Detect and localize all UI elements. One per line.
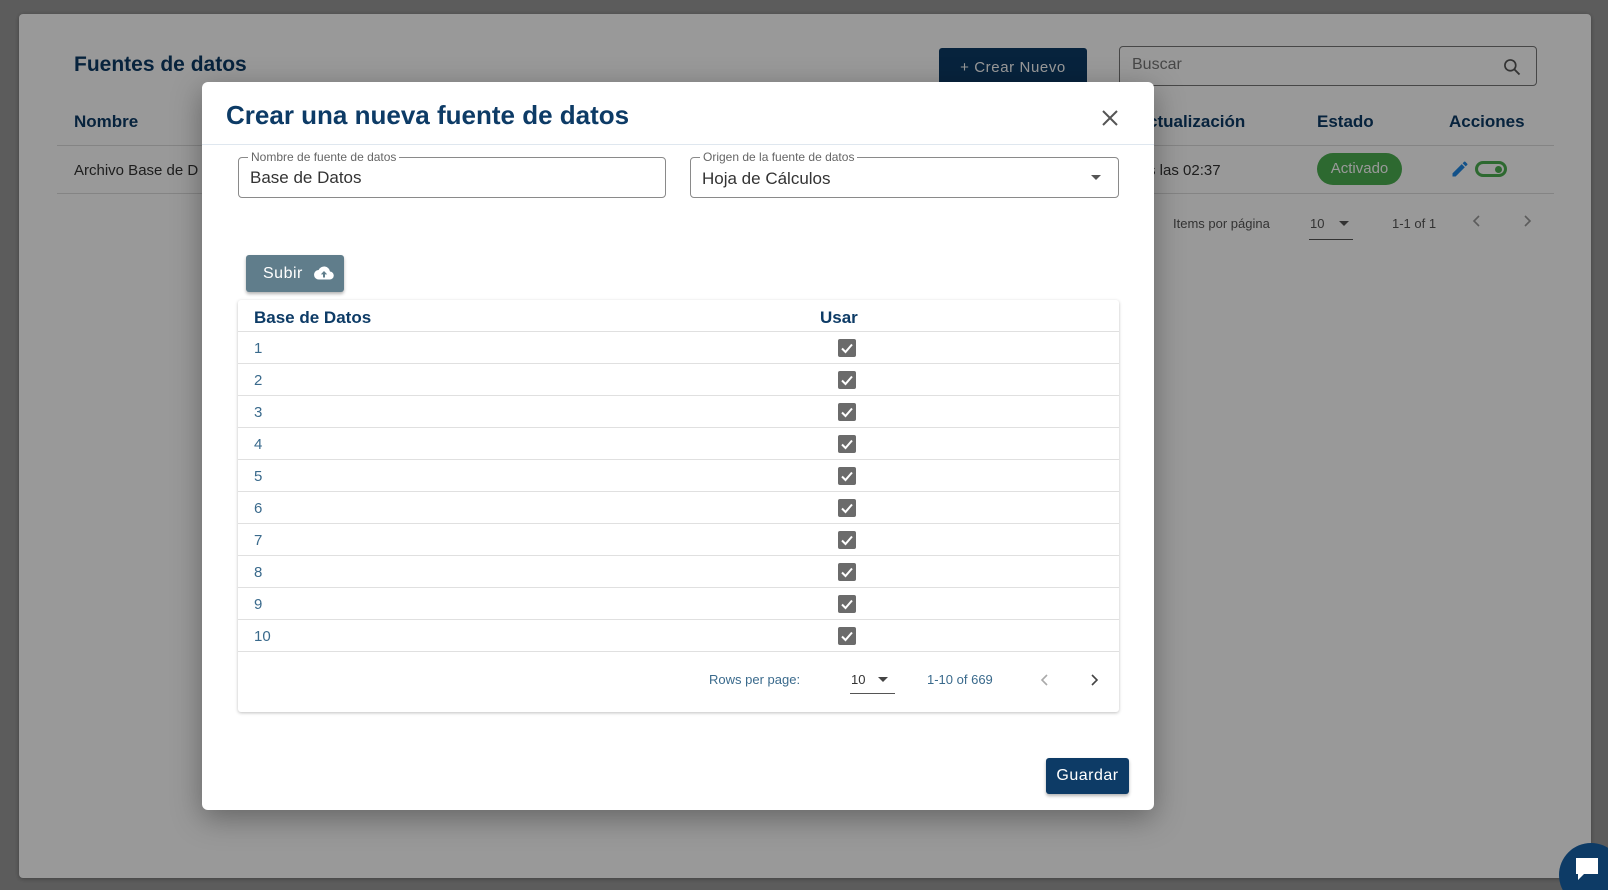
row-value: 1 xyxy=(254,340,263,357)
checkmark-icon xyxy=(841,439,853,450)
table-row: 5 xyxy=(238,460,1119,492)
chevron-right-icon[interactable] xyxy=(1086,672,1102,688)
checkmark-icon xyxy=(841,503,853,514)
use-checkbox[interactable] xyxy=(838,371,856,389)
checkmark-icon xyxy=(841,599,853,610)
datasource-origin-value: Hoja de Cálculos xyxy=(702,169,831,188)
datasource-name-field[interactable]: Nombre de fuente de datos xyxy=(238,150,666,198)
use-checkbox[interactable] xyxy=(838,467,856,485)
checkmark-icon xyxy=(841,631,853,642)
rows-per-page-value: 10 xyxy=(851,672,866,687)
checkmark-icon xyxy=(841,567,853,578)
use-checkbox[interactable] xyxy=(838,563,856,581)
table-row: 4 xyxy=(238,428,1119,460)
use-checkbox[interactable] xyxy=(838,531,856,549)
save-button[interactable]: Guardar xyxy=(1046,758,1129,794)
row-value: 10 xyxy=(254,628,271,645)
use-checkbox[interactable] xyxy=(838,499,856,517)
datasource-origin-select[interactable]: Origen de la fuente de datos Hoja de Cál… xyxy=(690,150,1119,198)
checkmark-icon xyxy=(841,535,853,546)
row-value: 9 xyxy=(254,596,263,613)
use-checkbox[interactable] xyxy=(838,595,856,613)
table-row: 3 xyxy=(238,396,1119,428)
upload-button[interactable]: Subir xyxy=(246,255,344,292)
table-row: 7 xyxy=(238,524,1119,556)
chevron-down-icon xyxy=(1091,175,1101,180)
row-value: 6 xyxy=(254,500,263,517)
row-value: 7 xyxy=(254,532,263,549)
checkmark-icon xyxy=(841,343,853,354)
dialog-title: Crear una nueva fuente de datos xyxy=(226,100,630,130)
chevron-left-icon[interactable] xyxy=(1037,672,1053,688)
close-icon[interactable] xyxy=(1098,106,1122,130)
row-value: 5 xyxy=(254,468,263,485)
dialog-divider xyxy=(202,144,1154,145)
rows-per-page-select[interactable]: 10 xyxy=(850,664,895,694)
table-row: 1 xyxy=(238,332,1119,364)
upload-button-label: Subir xyxy=(263,265,303,282)
use-checkbox[interactable] xyxy=(838,403,856,421)
row-value: 2 xyxy=(254,372,263,389)
column-header-use: Usar xyxy=(820,308,858,327)
datasource-name-label: Nombre de fuente de datos xyxy=(248,150,400,164)
table-row: 10 xyxy=(238,620,1119,652)
rows-range: 1-10 of 669 xyxy=(927,672,993,687)
create-datasource-dialog: Crear una nueva fuente de datos Nombre d… xyxy=(202,82,1154,810)
chat-icon xyxy=(1576,858,1598,880)
datasource-name-input[interactable] xyxy=(250,168,630,188)
table-row: 8 xyxy=(238,556,1119,588)
column-header-database: Base de Datos xyxy=(254,308,372,327)
use-checkbox[interactable] xyxy=(838,339,856,357)
table-row: 9 xyxy=(238,588,1119,620)
datasource-origin-label: Origen de la fuente de datos xyxy=(700,150,858,164)
use-checkbox[interactable] xyxy=(838,435,856,453)
chevron-down-icon xyxy=(878,677,888,682)
checkmark-icon xyxy=(841,407,853,418)
table-row: 6 xyxy=(238,492,1119,524)
checkmark-icon xyxy=(841,375,853,386)
row-value: 3 xyxy=(254,404,263,421)
table-header-row: Base de Datos Usar xyxy=(238,300,1119,332)
row-value: 8 xyxy=(254,564,263,581)
row-value: 4 xyxy=(254,436,263,453)
checkmark-icon xyxy=(841,471,853,482)
cloud-upload-icon xyxy=(314,266,334,280)
rows-per-page-label: Rows per page: xyxy=(709,672,801,687)
data-table: Base de Datos Usar 1 2 3 4 5 6 7 8 9 10 Rows per … xyxy=(238,300,1119,712)
use-checkbox[interactable] xyxy=(838,627,856,645)
table-row: 2 xyxy=(238,364,1119,396)
